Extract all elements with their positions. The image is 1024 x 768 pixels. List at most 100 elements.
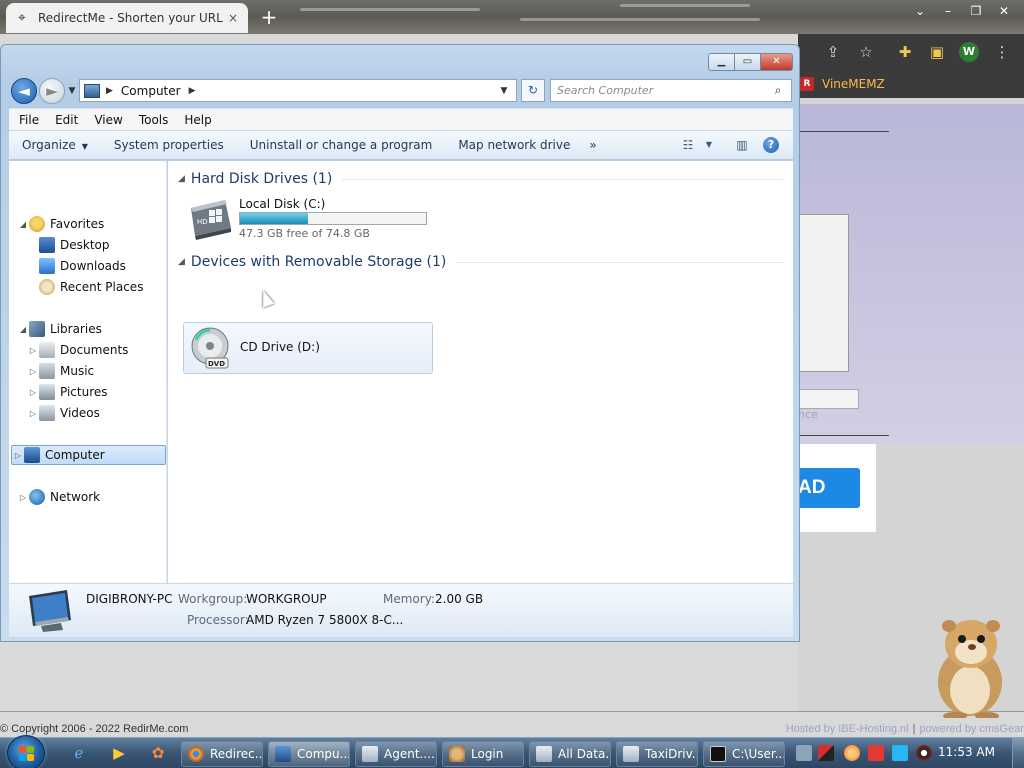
breadcrumb-separator-icon[interactable]: ▶ (106, 86, 113, 96)
internet-explorer-icon[interactable]: ℯ (64, 741, 94, 765)
tray-flag-icon[interactable] (868, 745, 884, 761)
uninstall-program-button[interactable]: Uninstall or change a program (237, 138, 446, 152)
system-properties-button[interactable]: System properties (101, 138, 237, 152)
tree-expanded-icon[interactable]: ◢ (17, 325, 29, 334)
extensions-icon[interactable]: ✚ (895, 42, 915, 62)
start-button[interactable] (7, 735, 45, 768)
back-button[interactable]: ◄ (11, 78, 37, 104)
tree-item-recent-places[interactable]: Recent Places (39, 277, 143, 297)
url-textarea[interactable] (798, 214, 849, 372)
drive-cd-drive-d[interactable]: DVD CD Drive (D:) (183, 322, 433, 374)
task-label: Compu... (297, 747, 350, 761)
menu-help[interactable]: Help (176, 113, 219, 127)
background-streak (300, 8, 480, 11)
task-computer[interactable]: Compu... (268, 741, 350, 767)
task-7zip[interactable]: C:\User... (703, 741, 785, 767)
forward-button[interactable]: ► (39, 78, 65, 104)
menu-file[interactable]: File (11, 113, 47, 127)
downloads-icon (39, 258, 55, 274)
close-button[interactable]: ✕ (761, 53, 793, 71)
drive-local-disk-c[interactable]: HD Local Disk (C:) 47.3 GB free of 74.8 … (183, 193, 433, 245)
tray-network-icon[interactable] (892, 745, 908, 761)
taskbar-clock[interactable]: 11:53 AM (938, 745, 995, 759)
tab-close-icon[interactable]: × (226, 11, 240, 25)
group-collapse-icon[interactable]: ◢ (178, 257, 185, 267)
star-icon[interactable]: ☆ (856, 42, 876, 62)
workgroup-label: Workgroup: (178, 592, 248, 606)
browser-tab[interactable]: ⌖ RedirectMe - Shorten your URL r × (6, 3, 248, 33)
explorer-window-controls: ▁ ▭ ✕ (708, 53, 793, 71)
browser-minimize-button[interactable]: – (936, 2, 960, 20)
tree-item-pictures[interactable]: ▷ Pictures (27, 382, 108, 402)
share-icon[interactable]: ⇪ (823, 42, 843, 62)
menu-edit[interactable]: Edit (47, 113, 86, 127)
tree-item-downloads[interactable]: Downloads (39, 256, 126, 276)
group-header-removable-storage[interactable]: ◢ Devices with Removable Storage (1) (178, 252, 783, 272)
address-bar[interactable]: ▶ Computer ▶ ▼ (79, 79, 517, 102)
map-network-drive-button[interactable]: Map network drive (445, 138, 583, 152)
tree-item-libraries[interactable]: ◢ Libraries (17, 319, 102, 339)
task-chrome[interactable]: Redirec... (181, 741, 263, 767)
tree-item-videos[interactable]: ▷ Videos (27, 403, 100, 423)
organize-button[interactable]: Organize ▼ (9, 138, 101, 152)
breadcrumb-computer[interactable]: Computer (121, 84, 181, 98)
upload-button[interactable]: AD (798, 468, 860, 508)
tree-collapsed-icon[interactable]: ▷ (27, 367, 39, 376)
preview-pane-icon[interactable]: ▥ (731, 135, 753, 155)
recent-pages-icon[interactable]: ▼ (67, 85, 77, 97)
powered-by-link[interactable]: powered by cmsGear (919, 723, 1024, 735)
group-collapse-icon[interactable]: ◢ (178, 174, 185, 184)
tree-item-documents[interactable]: ▷ Documents (27, 340, 128, 360)
task-all-data[interactable]: All Data... (529, 741, 611, 767)
explorer-titlebar[interactable]: ▁ ▭ ✕ (1, 45, 799, 75)
browser-close-button[interactable]: ✕ (992, 2, 1016, 20)
tree-item-computer[interactable]: ▷ Computer (11, 445, 166, 465)
task-agent[interactable]: Agent.... (355, 741, 437, 767)
bookmark-vinememz[interactable]: VineMEMZ (822, 77, 885, 91)
task-login[interactable]: Login (442, 741, 524, 767)
tree-collapsed-icon[interactable]: ▷ (12, 451, 24, 460)
tree-item-favorites[interactable]: ◢ Favorites (17, 214, 104, 234)
breadcrumb-separator-icon[interactable]: ▶ (189, 86, 196, 96)
tab-search-icon[interactable]: ⌄ (908, 2, 932, 20)
maximize-button[interactable]: ▭ (735, 53, 761, 71)
view-dropdown-icon[interactable]: ▼ (703, 135, 715, 155)
tree-item-network[interactable]: ▷ Network (17, 487, 100, 507)
tray-app-icon[interactable] (796, 745, 812, 761)
tree-collapsed-icon[interactable]: ▷ (17, 493, 29, 502)
more-commands-icon[interactable]: » (583, 138, 602, 152)
menu-icon[interactable]: ⋮ (992, 42, 1012, 62)
drive-usage-fill (240, 213, 309, 224)
search-icon[interactable]: ⌕ (771, 83, 785, 98)
address-dropdown-icon[interactable]: ▼ (498, 84, 510, 98)
tray-app-icon[interactable] (844, 745, 860, 761)
tree-expanded-icon[interactable]: ◢ (17, 220, 29, 229)
change-view-icon[interactable]: ☷ (677, 135, 699, 155)
minimize-button[interactable]: ▁ (708, 53, 735, 71)
tree-item-music[interactable]: ▷ Music (27, 361, 94, 381)
task-taxidriver[interactable]: TaxiDriv... (616, 741, 698, 767)
hosted-by-link[interactable]: Hosted by IBE-Hosting.nl (786, 723, 909, 735)
new-tab-button[interactable]: + (258, 6, 280, 28)
alias-input[interactable] (798, 389, 859, 409)
paint-icon[interactable]: ✿ (143, 741, 173, 765)
tree-collapsed-icon[interactable]: ▷ (27, 388, 39, 397)
help-icon[interactable]: ? (763, 137, 779, 153)
tree-collapsed-icon[interactable]: ▷ (27, 346, 39, 355)
tree-collapsed-icon[interactable]: ▷ (27, 409, 39, 418)
tree-label: Libraries (50, 322, 102, 336)
tree-item-desktop[interactable]: Desktop (39, 235, 110, 255)
profile-avatar[interactable]: W (959, 42, 979, 62)
browser-restore-button[interactable]: ❐ (964, 2, 988, 20)
menu-tools[interactable]: Tools (131, 113, 177, 127)
show-desktop-button[interactable] (1012, 738, 1024, 768)
sidebar-icon[interactable]: ▣ (927, 42, 947, 62)
media-player-icon[interactable]: ▶ (104, 741, 134, 765)
refresh-button[interactable]: ↻ (521, 79, 545, 102)
group-header-hard-disk-drives[interactable]: ◢ Hard Disk Drives (1) (178, 169, 783, 189)
tray-volume-icon[interactable] (916, 745, 932, 761)
tray-app-icon[interactable] (818, 745, 834, 761)
search-input[interactable] (557, 84, 771, 97)
menu-view[interactable]: View (86, 113, 130, 127)
faint-link[interactable]: nce (798, 408, 818, 421)
